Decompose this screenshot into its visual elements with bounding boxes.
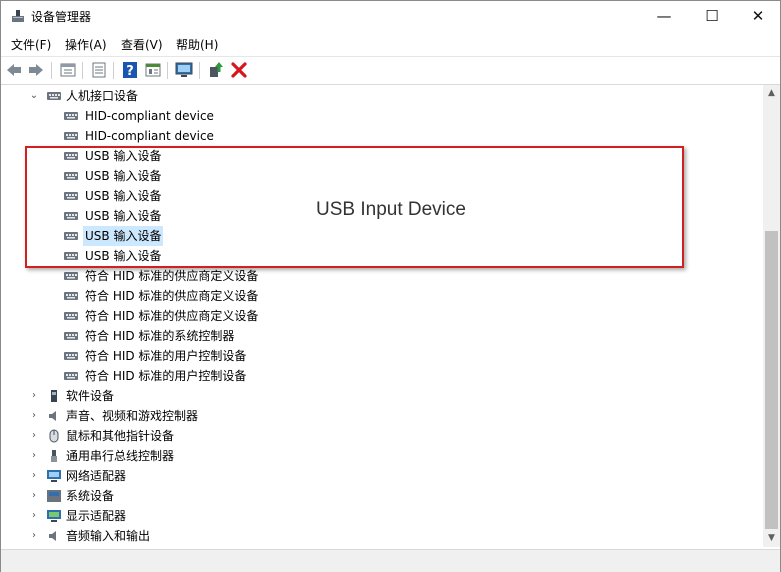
toolbar-separator <box>113 62 114 79</box>
tree-category-label: 人机接口设备 <box>66 89 139 103</box>
annotation-label: USB Input Device <box>316 199 466 220</box>
tree-category-hid[interactable]: ⌄ 人机接口设备 <box>1 86 761 106</box>
tree-device-row[interactable]: 符合 HID 标准的供应商定义设备 <box>1 266 761 286</box>
scroll-thumb[interactable] <box>765 231 778 529</box>
tree-category-row[interactable]: › 软件设备 <box>1 386 761 406</box>
toolbar: ? <box>1 56 780 85</box>
properties-view-icon[interactable] <box>59 61 77 79</box>
title-bar[interactable]: 设备管理器 — ☐ ✕ <box>1 1 780 31</box>
scroll-down-arrow[interactable]: ▼ <box>763 530 780 547</box>
tree-category-label: 声音、视频和游戏控制器 <box>66 409 199 423</box>
hid-device-icon <box>64 112 78 120</box>
tree-category-row[interactable]: › 通用串行总线控制器 <box>1 446 761 466</box>
speaker-icon <box>49 411 56 421</box>
update-list-icon[interactable] <box>90 61 108 79</box>
window-title: 设备管理器 <box>31 10 92 24</box>
monitor-scan-icon[interactable] <box>175 61 193 79</box>
collapsed-chevron-icon[interactable]: › <box>29 526 39 546</box>
tree-category-row[interactable]: › 音频输入和输出 <box>1 526 761 546</box>
tree-device-label: 符合 HID 标准的供应商定义设备 <box>85 309 259 323</box>
menu-action[interactable]: 操作(A) <box>65 36 107 53</box>
hid-device-icon <box>64 312 78 320</box>
scroll-up-arrow[interactable]: ▲ <box>763 85 780 102</box>
menu-help[interactable]: 帮助(H) <box>176 36 218 53</box>
tree-category-row[interactable]: › 系统设备 <box>1 486 761 506</box>
help-icon[interactable]: ? <box>121 61 139 79</box>
tree-device-row[interactable]: 符合 HID 标准的供应商定义设备 <box>1 306 761 326</box>
software-device-icon <box>51 390 57 402</box>
tree-device-row[interactable]: 符合 HID 标准的用户控制设备 <box>1 366 761 386</box>
audio-io-icon <box>49 531 56 541</box>
close-button[interactable]: ✕ <box>735 1 781 31</box>
svg-text:?: ? <box>126 64 134 79</box>
hid-device-icon <box>64 272 78 280</box>
menu-bar: 文件(F) 操作(A) 查看(V) 帮助(H) <box>1 32 780 54</box>
back-arrow-icon[interactable] <box>5 61 23 79</box>
hid-device-icon <box>64 292 78 300</box>
system-device-icon <box>47 490 61 502</box>
maximize-button[interactable]: ☐ <box>689 1 735 31</box>
device-manager-window: 设备管理器 — ☐ ✕ 文件(F) 操作(A) 查看(V) 帮助(H) ? ⌄ … <box>0 0 781 572</box>
tree-device-label: 符合 HID 标准的用户控制设备 <box>85 349 247 363</box>
toolbar-separator <box>167 62 168 79</box>
tree-device-row[interactable]: HID-compliant device <box>1 106 761 126</box>
toolbar-separator <box>51 62 52 79</box>
status-bar <box>1 549 780 572</box>
tree-category-label: 音频输入和输出 <box>66 529 151 543</box>
enable-device-icon[interactable] <box>207 61 225 79</box>
tree-category-label: 软件设备 <box>66 389 115 403</box>
network-adapter-icon <box>47 470 61 482</box>
tree-category-row[interactable]: › 网络适配器 <box>1 466 761 486</box>
collapsed-chevron-icon[interactable]: › <box>29 486 39 506</box>
collapsed-chevron-icon[interactable]: › <box>29 426 39 446</box>
tree-category-row[interactable]: › 声音、视频和游戏控制器 <box>1 406 761 426</box>
tree-device-row[interactable]: 符合 HID 标准的供应商定义设备 <box>1 286 761 306</box>
tree-category-row[interactable]: › 显示适配器 <box>1 506 761 526</box>
hid-device-icon <box>64 352 78 360</box>
menu-file[interactable]: 文件(F) <box>11 36 51 53</box>
tree-device-row[interactable]: 符合 HID 标准的系统控制器 <box>1 326 761 346</box>
toolbar-separator <box>82 62 83 79</box>
hid-device-icon <box>64 332 78 340</box>
hid-device-icon <box>47 92 61 100</box>
menu-view[interactable]: 查看(V) <box>121 36 163 53</box>
tree-device-label: 符合 HID 标准的用户控制设备 <box>85 369 247 383</box>
tree-device-label: HID-compliant device <box>85 109 214 123</box>
tree-device-label: 符合 HID 标准的供应商定义设备 <box>85 289 259 303</box>
hid-device-icon <box>64 372 78 380</box>
tree-device-row[interactable]: 符合 HID 标准的用户控制设备 <box>1 346 761 366</box>
forward-arrow-icon[interactable] <box>27 61 45 79</box>
tree-category-row[interactable]: › 鼠标和其他指针设备 <box>1 426 761 446</box>
toolbar-separator <box>199 62 200 79</box>
uninstall-x-icon[interactable] <box>230 61 248 79</box>
tree-category-label: 网络适配器 <box>66 469 127 483</box>
tree-category-label: 通用串行总线控制器 <box>66 449 175 463</box>
collapsed-chevron-icon[interactable]: › <box>29 446 39 466</box>
vertical-scrollbar[interactable]: ▲ ▼ <box>763 85 780 547</box>
tree-device-label: HID-compliant device <box>85 129 214 143</box>
minimize-button[interactable]: — <box>641 1 687 31</box>
tree-category-label: 鼠标和其他指针设备 <box>66 429 175 443</box>
collapsed-chevron-icon[interactable]: › <box>29 406 39 426</box>
tree-category-label: 系统设备 <box>66 489 115 503</box>
collapsed-chevron-icon[interactable]: › <box>29 466 39 486</box>
mouse-icon <box>49 429 59 443</box>
tree-device-label: 符合 HID 标准的供应商定义设备 <box>85 269 259 283</box>
display-adapter-icon <box>47 510 61 522</box>
tree-category-label: 显示适配器 <box>66 509 127 523</box>
usb-connector-icon <box>51 450 57 462</box>
collapsed-chevron-icon[interactable]: › <box>29 386 39 406</box>
expand-chevron-icon[interactable]: ⌄ <box>29 86 39 106</box>
tree-device-label: 符合 HID 标准的系统控制器 <box>85 329 235 343</box>
device-manager-icon <box>12 10 24 22</box>
properties-icon[interactable] <box>144 61 162 79</box>
collapsed-chevron-icon[interactable]: › <box>29 506 39 526</box>
tree-device-row[interactable]: HID-compliant device <box>1 126 761 146</box>
hid-device-icon <box>64 132 78 140</box>
